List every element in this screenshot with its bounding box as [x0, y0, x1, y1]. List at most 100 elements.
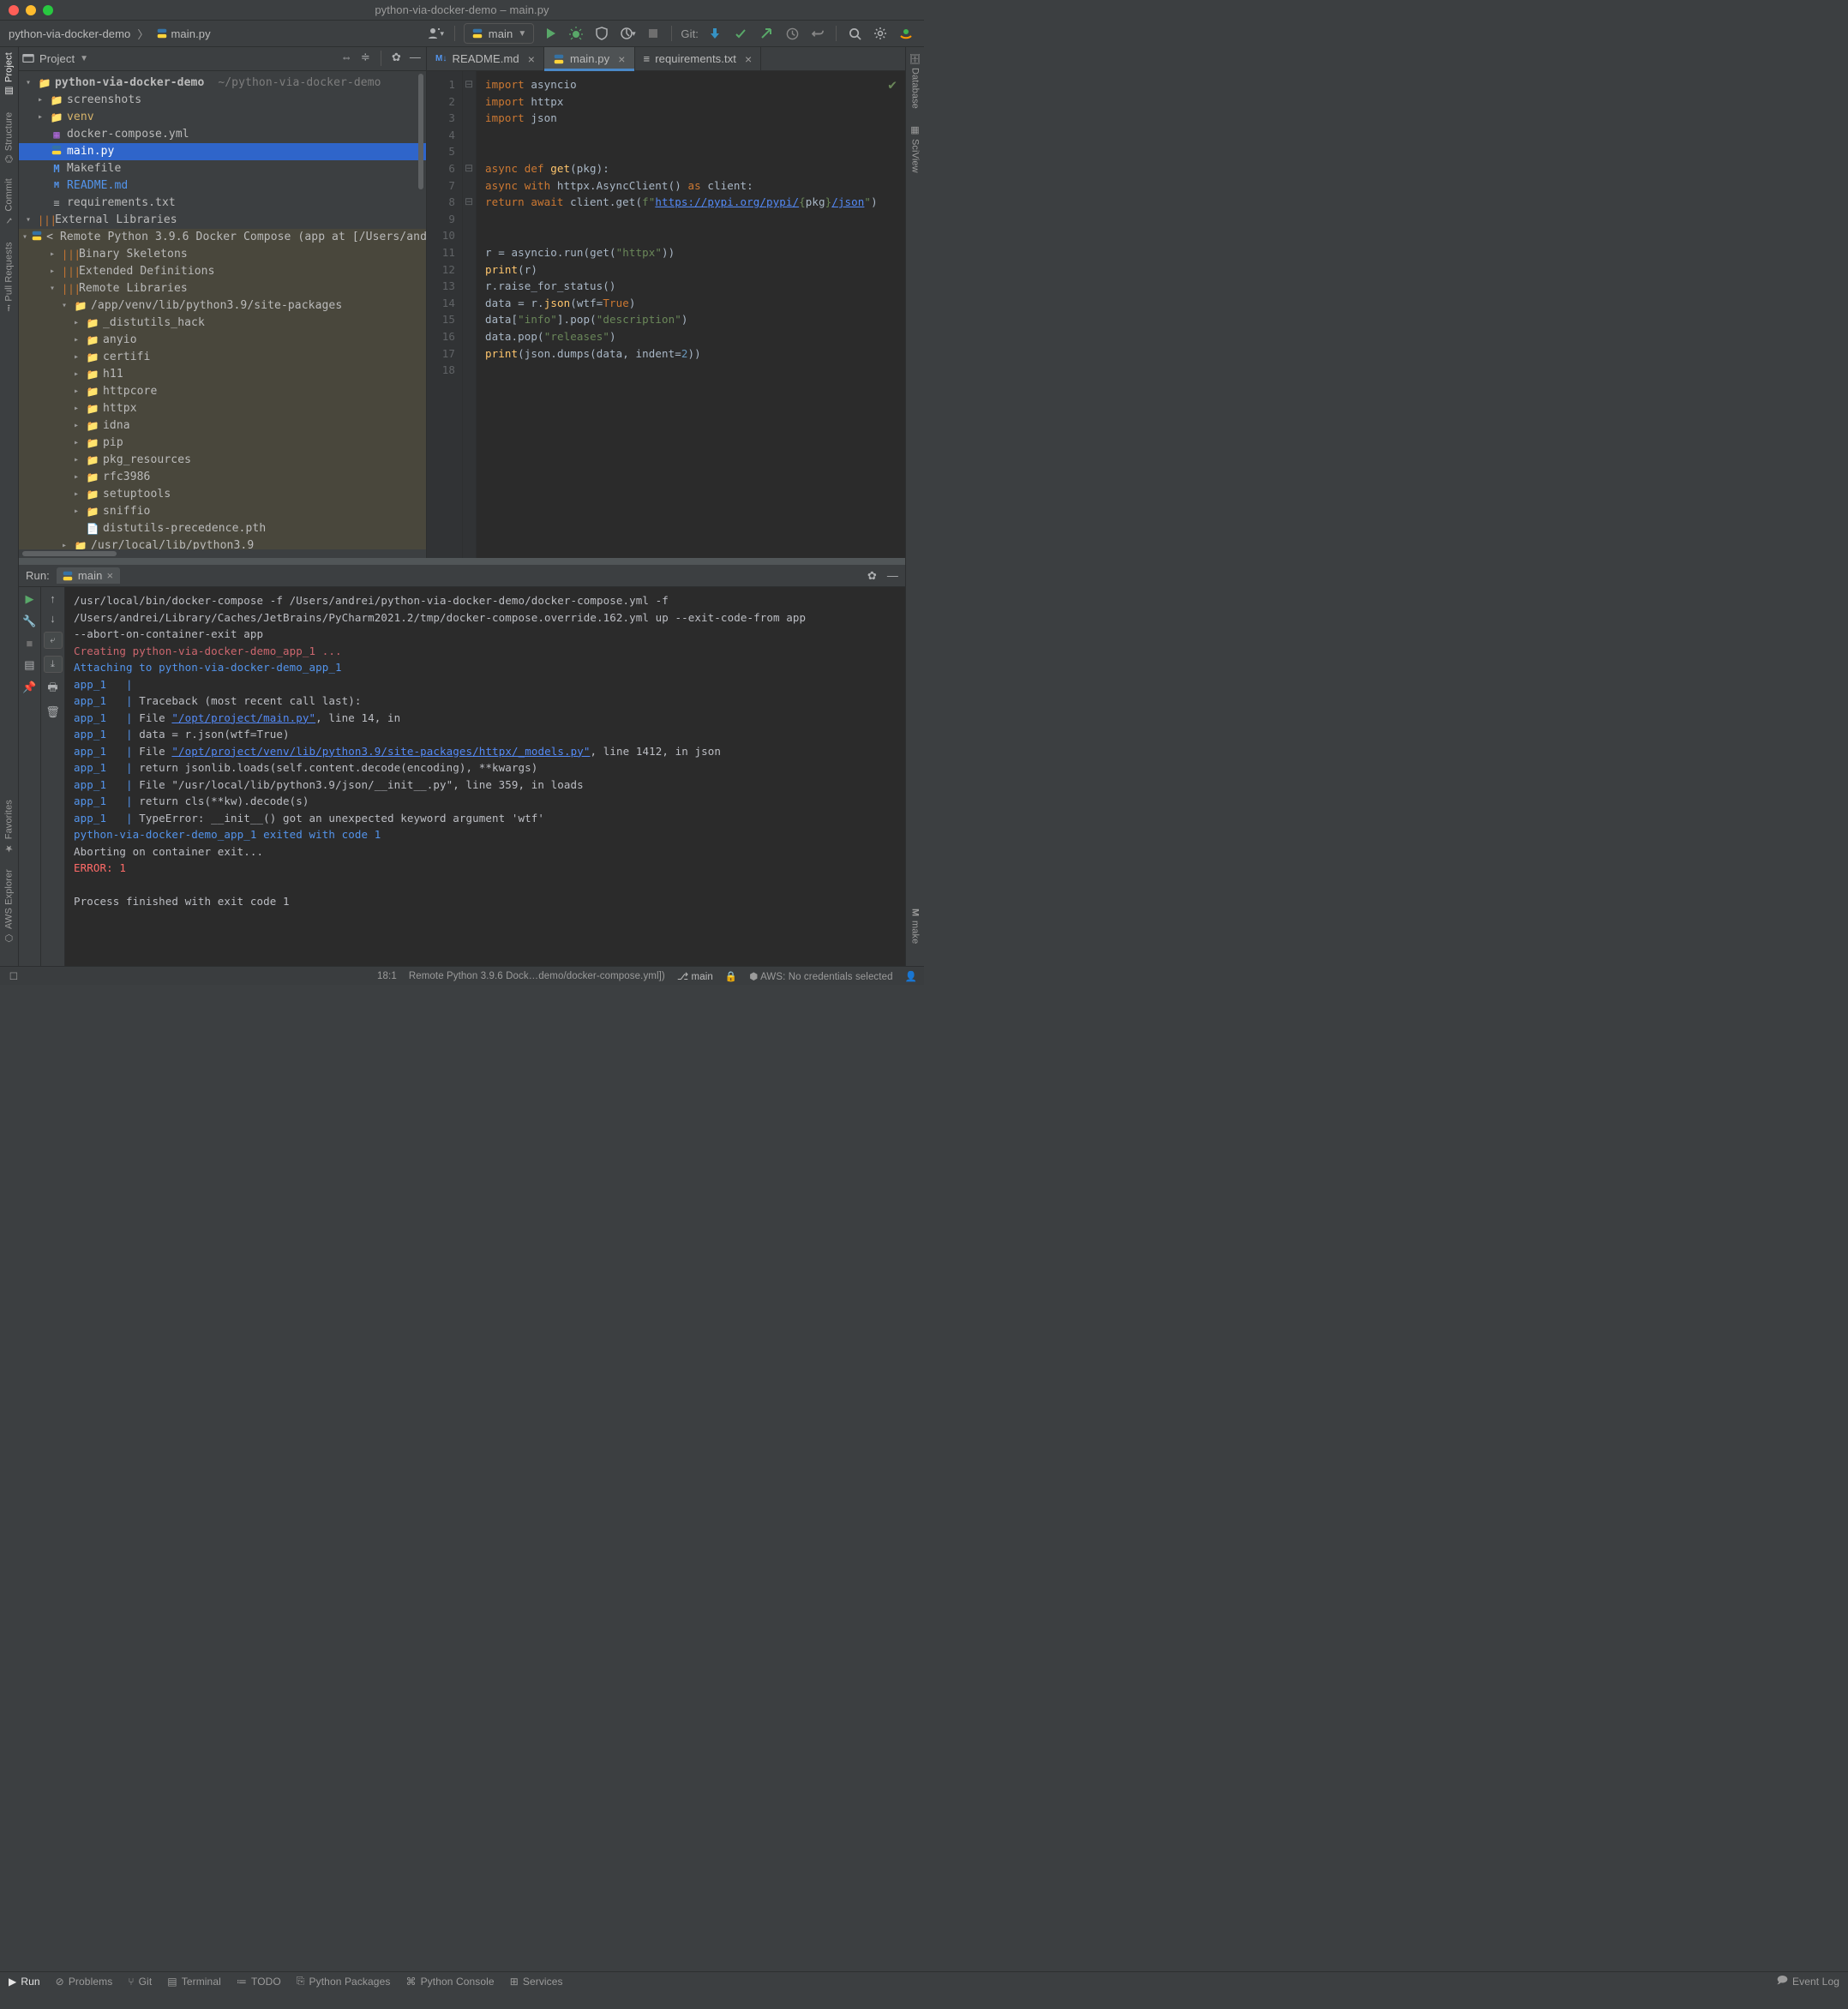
- editor-code[interactable]: import asyncioimport httpximport json as…: [477, 71, 905, 558]
- git-branch[interactable]: ⎇ main: [677, 970, 713, 982]
- tree-vscroll-thumb[interactable]: [418, 74, 423, 189]
- search-icon[interactable]: [845, 24, 864, 43]
- profile-button[interactable]: ▾: [618, 24, 637, 43]
- tree-item[interactable]: ▦docker-compose.yml: [19, 126, 426, 143]
- minimize-window-icon[interactable]: [26, 5, 36, 15]
- horizontal-splitter[interactable]: [19, 558, 905, 565]
- stripe-aws[interactable]: ⬡AWS Explorer: [3, 869, 15, 944]
- expand-all-icon[interactable]: ≑: [361, 51, 370, 66]
- trash-icon[interactable]: 🗑: [45, 705, 60, 719]
- stripe-sciview[interactable]: ▦SciView: [909, 124, 921, 173]
- tree-item[interactable]: 📁h11: [19, 366, 426, 383]
- pin-icon[interactable]: 📌: [22, 681, 36, 694]
- aws-status[interactable]: ⬢ AWS: No credentials selected: [749, 970, 892, 982]
- stripe-pullreq[interactable]: ⭲Pull Requests: [1, 242, 17, 312]
- stripe-project[interactable]: ▤Project: [3, 52, 15, 97]
- wrench-icon[interactable]: 🔧: [22, 615, 36, 628]
- analysis-ok-icon[interactable]: ✔: [888, 76, 897, 93]
- close-icon[interactable]: ×: [106, 569, 113, 582]
- tree-item[interactable]: 📁/app/venv/lib/python3.9/site-packages: [19, 297, 426, 315]
- tree-item[interactable]: |||Binary Skeletons: [19, 246, 426, 263]
- tool-windows-icon[interactable]: ☐: [7, 970, 21, 982]
- fold-icon[interactable]: ⊟: [465, 195, 473, 207]
- tree-hscroll-thumb[interactable]: [22, 551, 117, 556]
- git-rollback-button[interactable]: [808, 24, 827, 43]
- close-window-icon[interactable]: [9, 5, 19, 15]
- close-icon[interactable]: ×: [745, 52, 752, 66]
- tree-item[interactable]: 📁setuptools: [19, 486, 426, 503]
- people-icon[interactable]: 👤: [905, 970, 917, 982]
- tree-remote-python[interactable]: < Remote Python 3.9.6 Docker Compose (ap…: [19, 229, 426, 246]
- tree-item[interactable]: 📁venv: [19, 109, 426, 126]
- tree-item[interactable]: |||Extended Definitions: [19, 263, 426, 280]
- add-user-icon[interactable]: ▾: [427, 24, 446, 43]
- tree-item[interactable]: MMakefile: [19, 160, 426, 177]
- tree-item[interactable]: main.py: [19, 143, 426, 160]
- editor-gutter[interactable]: 123456789101112131415161718: [427, 71, 463, 558]
- select-opened-file-icon[interactable]: ⇔: [341, 51, 352, 66]
- stripe-favorites[interactable]: ★Favorites: [3, 800, 15, 854]
- stripe-commit[interactable]: ✓Commit: [3, 178, 15, 226]
- project-view-selector[interactable]: Project ▼: [22, 52, 88, 65]
- coverage-button[interactable]: [592, 24, 611, 43]
- window-controls[interactable]: [0, 5, 53, 15]
- tree-item[interactable]: 📁rfc3986: [19, 469, 426, 486]
- tree-root[interactable]: 📁python-via-docker-demo ~/python-via-doc…: [19, 75, 426, 92]
- debug-button[interactable]: [567, 24, 585, 43]
- tree-item[interactable]: 📁httpcore: [19, 383, 426, 400]
- layout-icon[interactable]: ▤: [24, 658, 34, 672]
- breadcrumbs[interactable]: python-via-docker-demo 〉 main.py: [0, 26, 211, 42]
- stripe-database[interactable]: 🗄Database: [909, 52, 921, 109]
- down-icon[interactable]: ↓: [50, 612, 56, 625]
- lock-icon[interactable]: 🔒: [725, 970, 737, 982]
- close-icon[interactable]: ×: [618, 52, 625, 66]
- tw-problems[interactable]: ⊘Problems: [56, 1976, 113, 1988]
- editor-tab[interactable]: M↓README.md×: [427, 47, 544, 70]
- tw-git[interactable]: ⑂Git: [128, 1976, 152, 1988]
- tree-item[interactable]: 📁_distutils_hack: [19, 315, 426, 332]
- caret-position[interactable]: 18:1: [377, 971, 397, 981]
- stripe-make[interactable]: Mmake: [910, 909, 921, 944]
- tw-services[interactable]: ⊞Services: [510, 1976, 563, 1988]
- tree-hscroll[interactable]: [19, 549, 426, 558]
- tree-item[interactable]: ≡requirements.txt: [19, 195, 426, 212]
- run-settings-icon[interactable]: ✿: [867, 569, 877, 583]
- tw-event log[interactable]: 🗩Event Log: [1777, 1972, 1839, 1990]
- tw-python packages[interactable]: ⎘Python Packages: [297, 1975, 391, 1988]
- breadcrumb-file[interactable]: main.py: [156, 27, 211, 40]
- git-update-button[interactable]: [705, 24, 724, 43]
- git-commit-button[interactable]: [731, 24, 750, 43]
- editor-tab[interactable]: ≡requirements.txt×: [635, 47, 762, 70]
- editor-gutter-icons[interactable]: ⊟ ⊟ ⊟: [463, 71, 477, 558]
- project-tree[interactable]: 📁python-via-docker-demo ~/python-via-doc…: [19, 71, 426, 551]
- fold-icon[interactable]: ⊟: [465, 162, 473, 174]
- tw-run[interactable]: ▶Run: [9, 1976, 40, 1988]
- print-icon[interactable]: 🖶: [47, 680, 57, 699]
- up-icon[interactable]: ↑: [50, 592, 56, 605]
- run-tab[interactable]: main ×: [57, 567, 120, 584]
- tree-external-libs[interactable]: |||External Libraries: [19, 212, 426, 229]
- tree-item[interactable]: 📁pip: [19, 435, 426, 452]
- tree-item[interactable]: 📄distutils-precedence.pth: [19, 520, 426, 537]
- tree-item[interactable]: 📁certifi: [19, 349, 426, 366]
- settings-icon[interactable]: [871, 24, 890, 43]
- zoom-window-icon[interactable]: [43, 5, 53, 15]
- editor-tab[interactable]: main.py×: [544, 47, 635, 70]
- fold-icon[interactable]: ⊟: [465, 78, 473, 90]
- run-console[interactable]: /usr/local/bin/docker-compose -f /Users/…: [65, 587, 905, 966]
- tree-item[interactable]: 📁idna: [19, 417, 426, 435]
- stripe-structure[interactable]: ⌬Structure: [3, 112, 15, 163]
- hide-icon[interactable]: —: [410, 51, 421, 66]
- run-button[interactable]: [541, 24, 560, 43]
- aws-toolkit-icon[interactable]: [897, 24, 915, 43]
- rerun-icon[interactable]: ▶: [25, 592, 33, 606]
- scroll-end-icon[interactable]: ⤓: [44, 656, 63, 673]
- tree-item[interactable]: 📁httpx: [19, 400, 426, 417]
- run-config-selector[interactable]: main ▼: [464, 23, 535, 44]
- project-settings-icon[interactable]: ✿: [392, 51, 401, 66]
- tree-item[interactable]: |||Remote Libraries: [19, 280, 426, 297]
- tree-item[interactable]: 📁sniffio: [19, 503, 426, 520]
- tw-todo[interactable]: ≔TODO: [237, 1976, 281, 1988]
- tree-item[interactable]: 📁pkg_resources: [19, 452, 426, 469]
- git-history-button[interactable]: [783, 24, 801, 43]
